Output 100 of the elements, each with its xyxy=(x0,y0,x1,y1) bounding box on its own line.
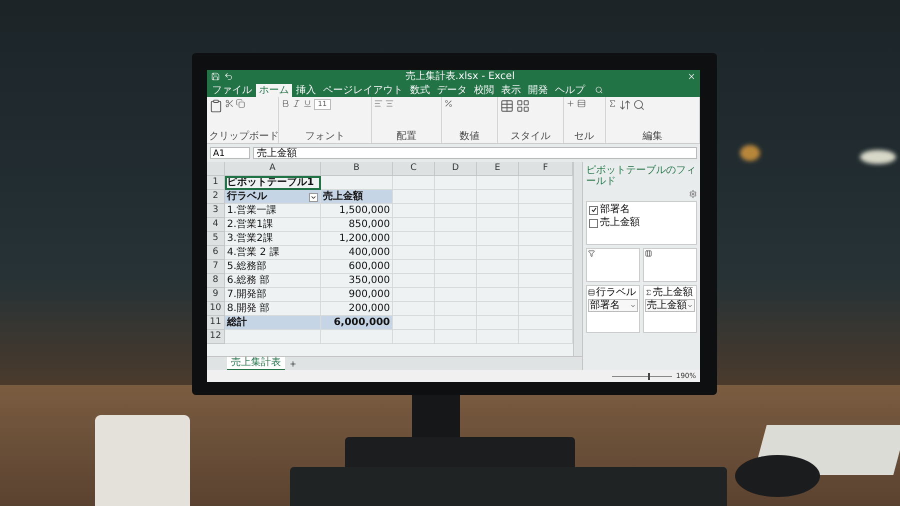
name-box[interactable]: A1 xyxy=(210,147,250,159)
window-light xyxy=(740,145,760,161)
column-header[interactable]: C xyxy=(393,162,435,176)
sigma-icon[interactable] xyxy=(645,289,652,296)
ribbon-tab[interactable]: データ xyxy=(434,84,470,97)
empty-cell xyxy=(477,302,519,316)
filter-icon[interactable] xyxy=(588,250,595,257)
empty-cell xyxy=(393,204,435,218)
align-left-icon[interactable] xyxy=(374,99,384,108)
empty-cell xyxy=(477,316,519,330)
sigma-icon[interactable] xyxy=(608,99,617,108)
underline-icon[interactable] xyxy=(302,99,312,108)
ribbon-tab[interactable]: 挿入 xyxy=(293,84,319,97)
window-light xyxy=(860,150,896,164)
formula-field[interactable]: 売上金額 xyxy=(253,147,697,159)
field-label: 部署名 xyxy=(600,204,630,216)
align-center-icon[interactable] xyxy=(385,99,394,108)
empty-cell xyxy=(435,302,477,316)
sort-icon[interactable] xyxy=(618,99,631,111)
row-number: 7 xyxy=(207,260,225,274)
row-number: 3 xyxy=(207,204,225,218)
empty-cell xyxy=(435,204,477,218)
italic-icon[interactable] xyxy=(292,99,301,108)
settings-icon[interactable] xyxy=(689,190,697,198)
row-number: 11 xyxy=(207,316,225,330)
pane-title: ピボットテーブルのフィールド xyxy=(586,165,697,187)
empty-cell xyxy=(435,218,477,232)
empty-cell xyxy=(477,204,519,218)
field-dropdown[interactable]: 部署名 xyxy=(588,299,638,312)
empty-cell xyxy=(393,330,435,344)
bold-icon[interactable] xyxy=(280,99,290,108)
table-cell: 4.営業 2 課 xyxy=(225,246,321,260)
row-number: 10 xyxy=(207,302,225,316)
grid-icon[interactable] xyxy=(516,99,530,113)
ribbon-group-label: フォント xyxy=(304,131,346,143)
columns-icon[interactable] xyxy=(645,250,652,257)
ribbon-tab[interactable]: 数式 xyxy=(407,84,433,97)
window-title: 売上集計表.xlsx - Excel xyxy=(404,70,516,82)
ribbon-tab[interactable]: ヘルプ xyxy=(552,84,588,97)
rows-icon[interactable] xyxy=(588,289,595,296)
table-cell: 5.総務部 xyxy=(225,260,321,274)
percent-icon[interactable] xyxy=(444,99,454,108)
empty-cell xyxy=(393,218,435,232)
empty-cell xyxy=(435,260,477,274)
checkbox[interactable] xyxy=(589,206,598,214)
sheet-tab[interactable]: 売上集計表 xyxy=(227,356,285,370)
row-number: 2 xyxy=(207,190,225,204)
ribbon-tab[interactable]: 校閲 xyxy=(471,84,497,97)
empty-cell xyxy=(477,330,519,344)
empty-cell xyxy=(393,260,435,274)
table-cell: 6,000,000 xyxy=(321,316,393,330)
empty-cell xyxy=(477,190,519,204)
copy-icon[interactable] xyxy=(236,99,245,108)
column-header[interactable]: B xyxy=(321,162,393,176)
ribbon-tab[interactable]: ホーム xyxy=(256,84,292,97)
close-icon[interactable] xyxy=(687,72,696,81)
ribbon-group-label: 数値 xyxy=(458,131,481,143)
empty-cell xyxy=(435,288,477,302)
column-header[interactable]: F xyxy=(519,162,573,176)
scissors-icon[interactable] xyxy=(225,99,234,108)
empty-cell xyxy=(435,190,477,204)
ribbon-group-label: 編集 xyxy=(641,131,664,143)
table-cell: 6.総務 部 xyxy=(225,274,321,288)
empty-cell xyxy=(321,330,393,344)
ribbon-group-label: 配置 xyxy=(396,131,418,143)
zoom-slider-thumb[interactable] xyxy=(648,372,650,380)
ribbon-tab[interactable]: ページレイアウト xyxy=(320,84,406,97)
caret-icon xyxy=(630,302,636,308)
empty-cell xyxy=(435,232,477,246)
column-header[interactable]: D xyxy=(435,162,477,176)
ribbon-tab[interactable]: ファイル xyxy=(209,84,255,97)
ribbon-group-label: スタイル xyxy=(509,131,552,143)
save-icon[interactable] xyxy=(211,72,220,81)
add-sheet-icon[interactable] xyxy=(289,360,297,368)
filter-dropdown-icon[interactable] xyxy=(309,193,318,202)
ribbon-tab[interactable]: 表示 xyxy=(498,84,524,97)
plus-icon[interactable] xyxy=(566,99,575,108)
column-header[interactable]: A xyxy=(225,162,321,176)
column-header[interactable]: E xyxy=(477,162,519,176)
empty-cell xyxy=(393,288,435,302)
empty-cell xyxy=(477,176,519,190)
ribbon-group-label: クリップボード xyxy=(209,131,276,143)
empty-cell xyxy=(393,302,435,316)
row-number: 4 xyxy=(207,218,225,232)
search-icon[interactable] xyxy=(632,99,645,111)
search-icon[interactable] xyxy=(595,86,603,94)
area-label: 売上金額 xyxy=(653,287,693,298)
row-number: 12 xyxy=(207,330,225,344)
empty-cell xyxy=(477,260,519,274)
empty-cell xyxy=(393,274,435,288)
table-icon[interactable] xyxy=(500,99,514,113)
clipboard-icon[interactable] xyxy=(209,99,223,113)
ribbon-tab[interactable]: 開発 xyxy=(525,84,551,97)
table-cell: 400,000 xyxy=(321,246,393,260)
vertical-scrollbar[interactable] xyxy=(573,162,582,356)
checkbox[interactable] xyxy=(589,218,598,228)
row-number: 5 xyxy=(207,232,225,246)
row-number: 6 xyxy=(207,246,225,260)
undo-icon[interactable] xyxy=(224,72,233,81)
field-dropdown[interactable]: 売上金額 xyxy=(645,299,695,312)
